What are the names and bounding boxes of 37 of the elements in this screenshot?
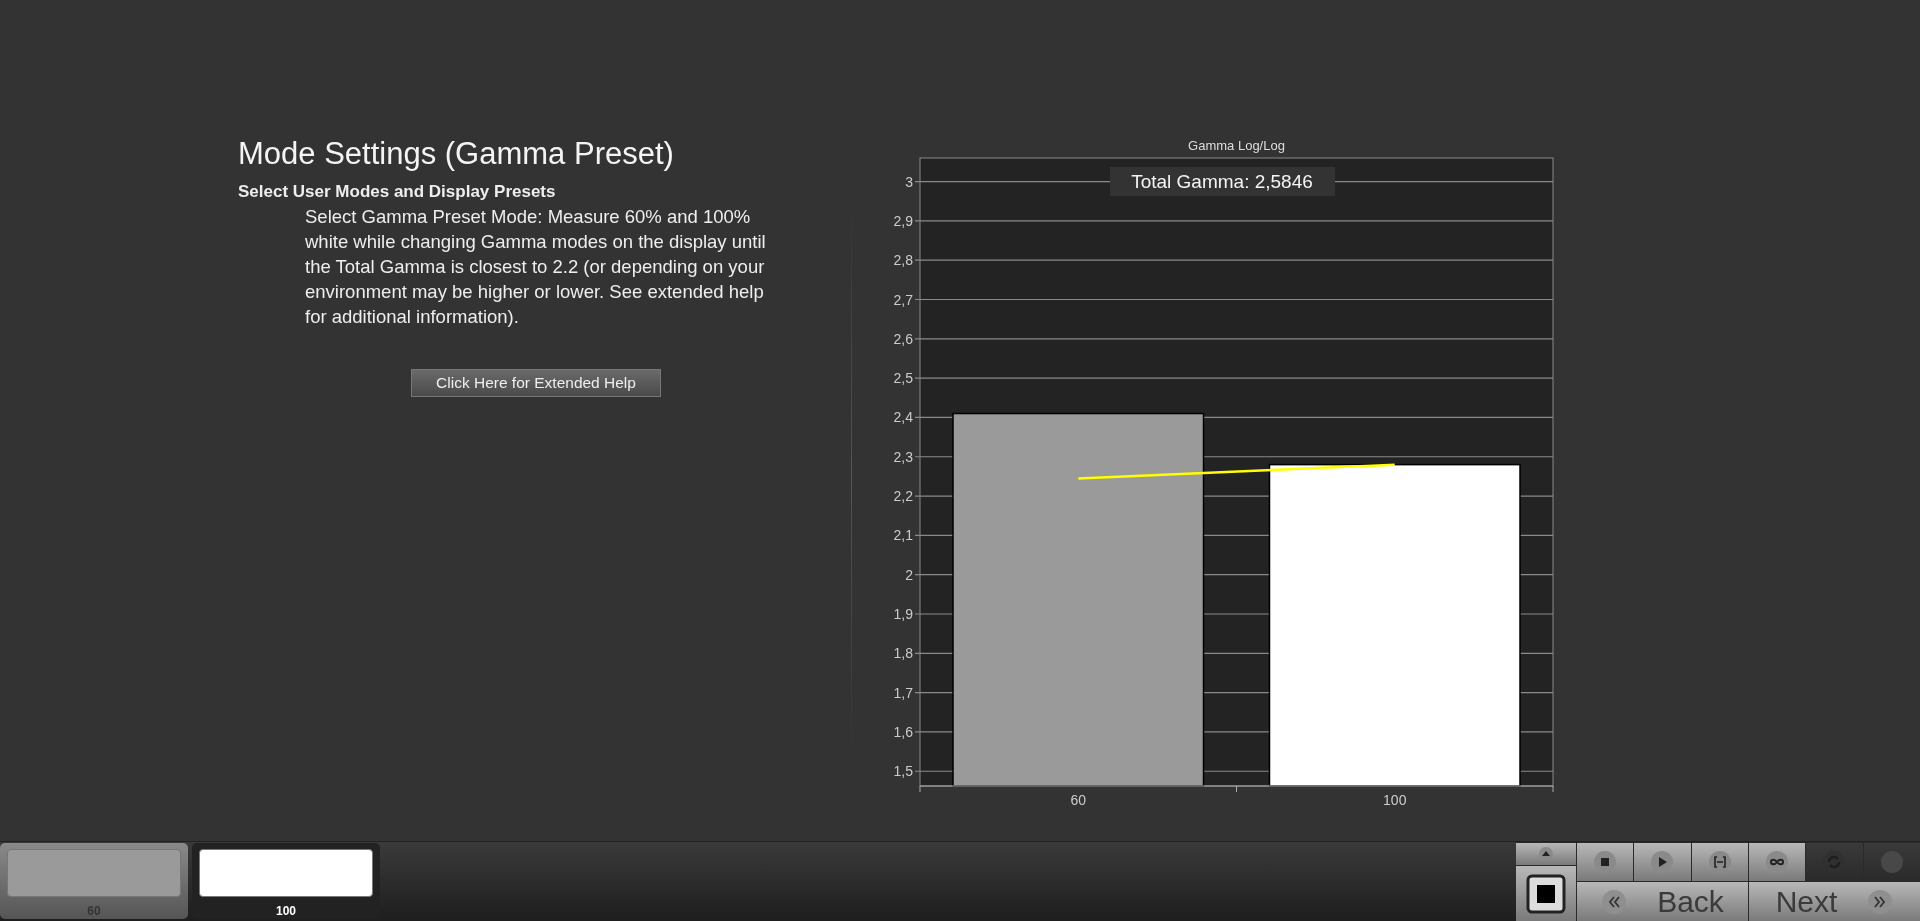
y-tick-label: 2,7	[893, 291, 913, 308]
patch-label: 100	[276, 904, 296, 918]
y-tick-label: 2,2	[893, 488, 913, 505]
circle-icon	[1879, 850, 1904, 874]
y-tick-label: 1,7	[893, 684, 913, 701]
x-tick-label: 100	[1383, 792, 1407, 808]
y-tick-label: 1,9	[893, 606, 913, 622]
stop-button[interactable]	[1516, 866, 1576, 921]
y-tick-label: 2,8	[893, 252, 913, 269]
next-button[interactable]: Next	[1749, 882, 1920, 921]
y-tick-label: 2,4	[893, 409, 913, 426]
y-tick-label: 1,5	[893, 763, 913, 780]
y-tick-label: 1,8	[893, 645, 913, 662]
y-tick-label: 2,5	[893, 370, 913, 387]
total-gamma-label: Total Gamma: 2,5846	[1110, 167, 1335, 196]
double-chevron-right-icon	[1867, 888, 1894, 915]
y-tick-label: 1,6	[893, 723, 913, 740]
page-title: Mode Settings (Gamma Preset)	[238, 136, 675, 172]
double-chevron-left-icon	[1601, 888, 1628, 915]
y-tick-label: 3	[905, 173, 913, 190]
instructions-text: Select Gamma Preset Mode: Measure 60% and 100% white while changing Gamma modes on the display until the Total Gamma is closest to 2.2 (or depending on your environment may be higher or lower. See extended help for additional information).	[305, 205, 767, 329]
stop-icon	[1526, 873, 1566, 914]
annotation: Total Gamma: 2,5846	[1131, 171, 1313, 192]
chart-title: Gamma Log/Log	[1188, 138, 1285, 153]
color-patch-tab[interactable]: 100	[192, 843, 380, 919]
x-tick-label: 60	[1070, 792, 1087, 808]
back-button[interactable]: Back	[1577, 882, 1748, 921]
toolbar-button[interactable]	[1577, 843, 1634, 881]
y-tick-label: 2,3	[893, 448, 913, 465]
extended-help-button[interactable]: Click Here for Extended Help	[411, 369, 661, 397]
toolbar-button[interactable]	[1749, 843, 1806, 881]
y-tick-label: 2,9	[893, 212, 913, 229]
section-heading: Select User Modes and Display Presets	[238, 182, 557, 202]
y-tick-label: 2,1	[893, 527, 913, 544]
y-tick-label: 2,6	[893, 330, 913, 347]
y-tick-label: 2	[905, 566, 913, 583]
toolbar-button[interactable]	[1691, 843, 1748, 881]
